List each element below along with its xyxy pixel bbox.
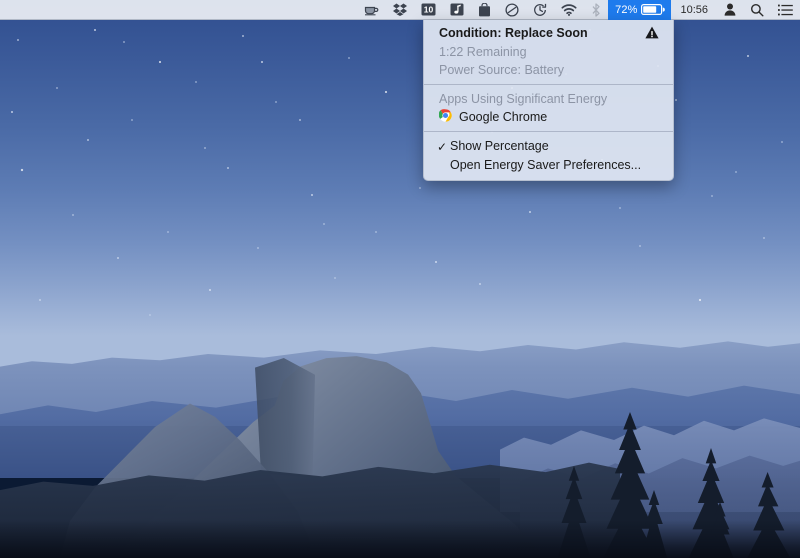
half-dome-sheer-face [255,358,315,478]
shopping-bag-icon[interactable] [471,0,498,20]
svg-text:10: 10 [424,5,434,15]
menu-bar-status-tray: 10 [357,0,800,20]
chrome-icon [439,109,452,125]
google-chrome-label: Google Chrome [459,111,547,124]
open-energy-saver-preferences-label: Open Energy Saver Preferences... [450,159,641,172]
music-note-icon[interactable] [443,0,471,20]
battery-condition-label: Condition: Replace Soon [439,27,588,40]
notification-center-icon[interactable] [771,0,800,20]
battery-percentage-label: 72% [615,4,637,16]
battery-dropdown-menu: Condition: Replace Soon 1:22 Remaining P… [423,20,674,181]
menu-item-open-energy-saver-preferences[interactable]: Open Energy Saver Preferences... [424,156,673,175]
power-source-label: Power Source: Battery [439,64,564,77]
time-machine-icon[interactable] [526,0,554,20]
battery-status-item[interactable]: 72% [608,0,671,20]
menu-bar-clock[interactable]: 10:56 [671,4,717,16]
menu-item-show-percentage[interactable]: ✓ Show Percentage [424,137,673,156]
apps-using-energy-label: Apps Using Significant Energy [439,93,607,106]
spotlight-search-icon[interactable] [743,0,771,20]
stars-field [0,0,800,330]
menu-item-google-chrome[interactable]: Google Chrome [424,108,673,126]
bluetooth-icon[interactable] [584,0,608,20]
battery-remaining-row: 1:22 Remaining [424,43,673,61]
warning-triangle-icon [645,26,659,42]
coffee-cup-icon[interactable] [357,0,386,20]
battery-remaining-label: 1:22 Remaining [439,46,527,59]
power-source-row: Power Source: Battery [424,61,673,79]
foreground-shadow [0,520,800,558]
dropbox-icon[interactable] [386,0,414,20]
apps-using-energy-header: Apps Using Significant Energy [424,90,673,108]
user-account-icon[interactable] [717,0,743,20]
menu-separator-2 [424,131,673,132]
do-not-disturb-icon[interactable] [498,0,526,20]
desktop-wallpaper[interactable] [0,0,800,558]
ten-badge-icon[interactable]: 10 [414,0,443,20]
wifi-icon[interactable] [554,0,584,20]
battery-condition-row: Condition: Replace Soon [424,24,673,43]
show-percentage-label: Show Percentage [450,140,549,153]
battery-icon [641,4,665,15]
checkmark-icon: ✓ [437,140,450,154]
menu-separator-1 [424,84,673,85]
menu-bar: 10 [0,0,800,20]
